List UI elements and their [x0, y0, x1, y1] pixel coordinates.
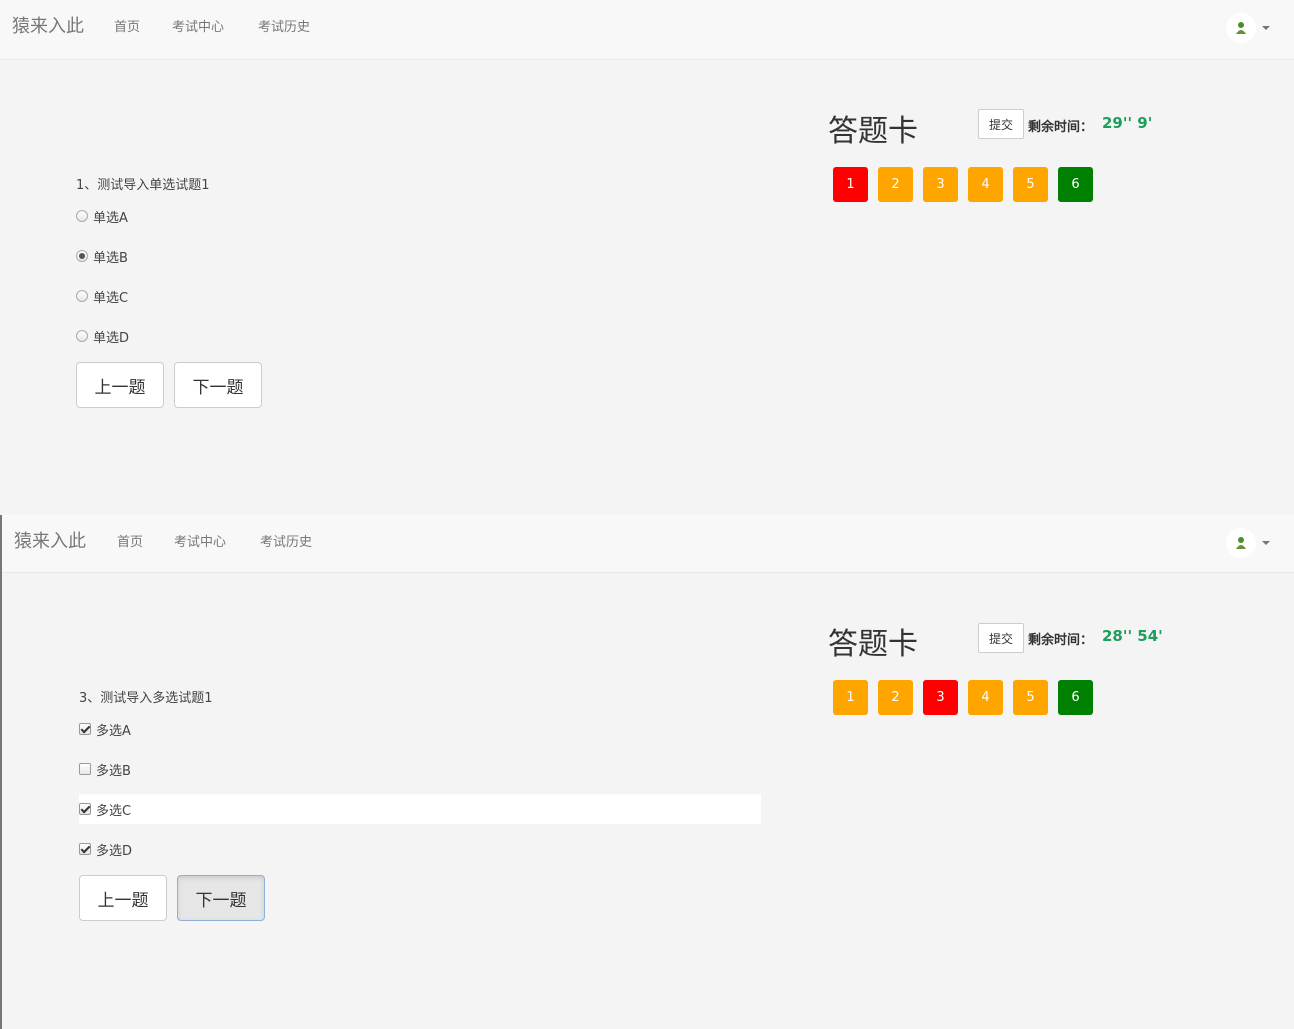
question-number-6[interactable]: 6	[1058, 680, 1093, 715]
nav-exam-history[interactable]: 考试历史	[260, 531, 312, 550]
option-label: 多选D	[96, 843, 133, 859]
question-number-1[interactable]: 1	[833, 167, 868, 202]
option-b[interactable]: 多选B	[79, 754, 131, 784]
remaining-time-label: 剩余时间：	[1028, 633, 1094, 648]
remaining-time-value: 29'' 9'	[1102, 114, 1153, 132]
question-number-5[interactable]: 5	[1013, 167, 1048, 202]
question-number-5[interactable]: 5	[1013, 680, 1048, 715]
nav-exam-history[interactable]: 考试历史	[258, 16, 310, 35]
submit-button[interactable]: 提交	[978, 109, 1024, 139]
exam-panel-single-choice: 猿来入此 首页 考试中心 考试历史 1、测试导入单选试题1 单选A 单选B 单选…	[0, 0, 1294, 515]
question-number-2[interactable]: 2	[878, 167, 913, 202]
exam-panel-multiple-choice: 猿来入此 首页 考试中心 考试历史 3、测试导入多选试题1 多选A 多选B 多选…	[0, 515, 1294, 1029]
option-d[interactable]: 单选D	[76, 321, 129, 351]
answer-card-title: 答题卡	[828, 114, 918, 149]
option-label: 多选A	[96, 723, 131, 739]
option-label: 单选A	[93, 210, 128, 226]
checkbox[interactable]	[79, 803, 91, 815]
checkbox[interactable]	[79, 763, 91, 775]
option-label: 单选B	[93, 250, 128, 266]
option-label: 多选C	[96, 803, 132, 819]
option-a[interactable]: 单选A	[76, 201, 128, 231]
checkbox[interactable]	[79, 843, 91, 855]
nav-home[interactable]: 首页	[114, 16, 140, 35]
user-avatar-icon[interactable]	[1226, 13, 1256, 43]
question-text: 3、测试导入多选试题1	[79, 691, 213, 706]
option-label: 单选D	[93, 330, 130, 346]
chevron-down-icon[interactable]	[1262, 26, 1270, 30]
checkbox[interactable]	[79, 723, 91, 735]
prev-question-button[interactable]: 上一题	[76, 362, 164, 408]
radio-button[interactable]	[76, 210, 88, 222]
question-number-1[interactable]: 1	[833, 680, 868, 715]
next-question-button[interactable]: 下一题	[177, 875, 265, 921]
chevron-down-icon[interactable]	[1262, 541, 1270, 545]
question-number-3[interactable]: 3	[923, 680, 958, 715]
navbar: 猿来入此 首页 考试中心 考试历史	[2, 515, 1294, 573]
remaining-time-label: 剩余时间：	[1028, 120, 1094, 135]
question-number-4[interactable]: 4	[968, 167, 1003, 202]
nav-home[interactable]: 首页	[117, 531, 143, 550]
question-number-4[interactable]: 4	[968, 680, 1003, 715]
nav-exam-center[interactable]: 考试中心	[172, 16, 224, 35]
radio-button[interactable]	[76, 330, 88, 342]
option-a[interactable]: 多选A	[79, 714, 131, 744]
brand-logo[interactable]: 猿来入此	[14, 527, 86, 553]
radio-button[interactable]	[76, 250, 88, 262]
option-b[interactable]: 单选B	[76, 241, 128, 271]
submit-button[interactable]: 提交	[978, 623, 1024, 653]
prev-question-button[interactable]: 上一题	[79, 875, 167, 921]
next-question-button[interactable]: 下一题	[174, 362, 262, 408]
question-number-2[interactable]: 2	[878, 680, 913, 715]
question-number-3[interactable]: 3	[923, 167, 958, 202]
option-label: 单选C	[93, 290, 129, 306]
question-number-6[interactable]: 6	[1058, 167, 1093, 202]
option-c[interactable]: 单选C	[76, 281, 128, 311]
question-text: 1、测试导入单选试题1	[76, 178, 210, 193]
brand-logo[interactable]: 猿来入此	[12, 12, 84, 38]
answer-card-title: 答题卡	[828, 627, 918, 662]
option-c[interactable]: 多选C	[79, 794, 761, 824]
option-label: 多选B	[96, 763, 131, 779]
remaining-time-value: 28'' 54'	[1102, 627, 1163, 645]
option-d[interactable]: 多选D	[79, 834, 132, 864]
navbar: 猿来入此 首页 考试中心 考试历史	[0, 0, 1294, 60]
radio-button[interactable]	[76, 290, 88, 302]
user-avatar-icon[interactable]	[1226, 528, 1256, 558]
nav-exam-center[interactable]: 考试中心	[174, 531, 226, 550]
